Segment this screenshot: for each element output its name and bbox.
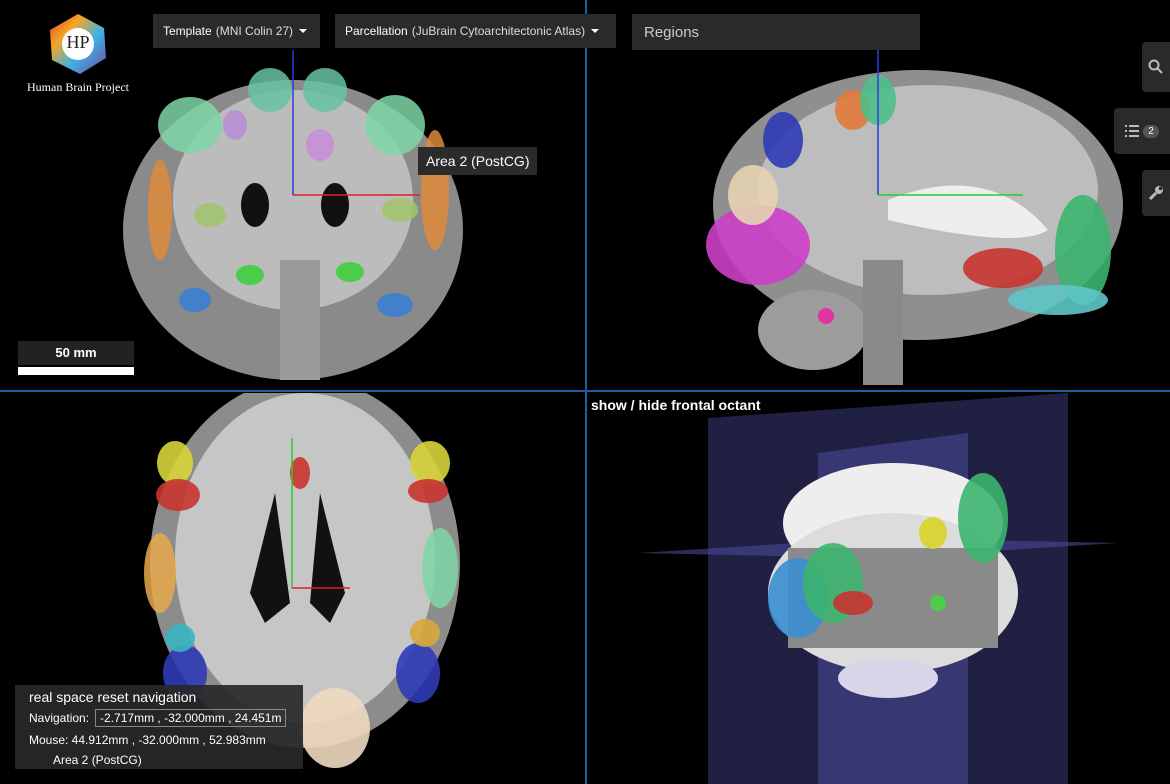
axial-view[interactable]: real space reset navigation Navigation: …	[0, 393, 584, 784]
chevron-down-icon	[299, 29, 308, 33]
hbp-logo-mark: HP	[66, 32, 90, 52]
parcellation-dropdown[interactable]: Parcellation (JuBrain Cytoarchitectonic …	[335, 14, 616, 48]
coronal-view[interactable]: HP Human Brain Project Area 2 (PostCG) 5…	[0, 0, 584, 390]
navigation-input[interactable]: -2.717mm , -32.000mm , 24.451m	[95, 709, 287, 727]
hbp-logo[interactable]: HP Human Brain Project	[8, 12, 148, 102]
search-button[interactable]	[1142, 42, 1170, 92]
panel-separator-horizontal	[0, 390, 1170, 392]
wrench-icon	[1148, 186, 1163, 201]
template-dropdown[interactable]: Template (MNI Colin 27)	[153, 14, 320, 48]
panel-separator-vertical	[585, 0, 587, 784]
parcellation-label: Parcellation	[345, 24, 408, 38]
mouse-coordinates: Mouse: 44.912mm , -32.000mm , 52.983mm	[29, 733, 266, 747]
navigation-title[interactable]: real space reset navigation	[29, 689, 289, 705]
sagittal-view[interactable]	[588, 0, 1170, 390]
navigation-label: Navigation:	[29, 711, 90, 725]
scale-bar-line	[18, 367, 134, 375]
hbp-logo-text: Human Brain Project	[27, 80, 129, 94]
3d-view[interactable]: show / hide frontal octant	[588, 393, 1170, 784]
octant-toggle[interactable]: show / hide frontal octant	[591, 397, 761, 413]
regions-search-input[interactable]: Regions	[632, 14, 920, 50]
list-icon	[1125, 125, 1140, 137]
template-value: (MNI Colin 27)	[215, 24, 294, 38]
sagittal-slice-image	[706, 50, 1123, 385]
3d-brain-render	[638, 393, 1118, 784]
parcellation-value: (JuBrain Cytoarchitectonic Atlas)	[411, 24, 586, 38]
layer-count-badge: 2	[1143, 124, 1159, 138]
scale-bar: 50 mm	[18, 341, 134, 375]
navigation-panel: real space reset navigation Navigation: …	[15, 685, 303, 769]
scale-bar-label: 50 mm	[18, 341, 134, 365]
settings-button[interactable]	[1142, 170, 1170, 216]
chevron-down-icon	[591, 29, 600, 33]
current-region: Area 2 (PostCG)	[53, 753, 142, 767]
region-tooltip: Area 2 (PostCG)	[418, 147, 538, 175]
search-icon	[1148, 59, 1163, 74]
layers-button[interactable]: 2	[1114, 108, 1170, 154]
template-label: Template	[163, 24, 212, 38]
